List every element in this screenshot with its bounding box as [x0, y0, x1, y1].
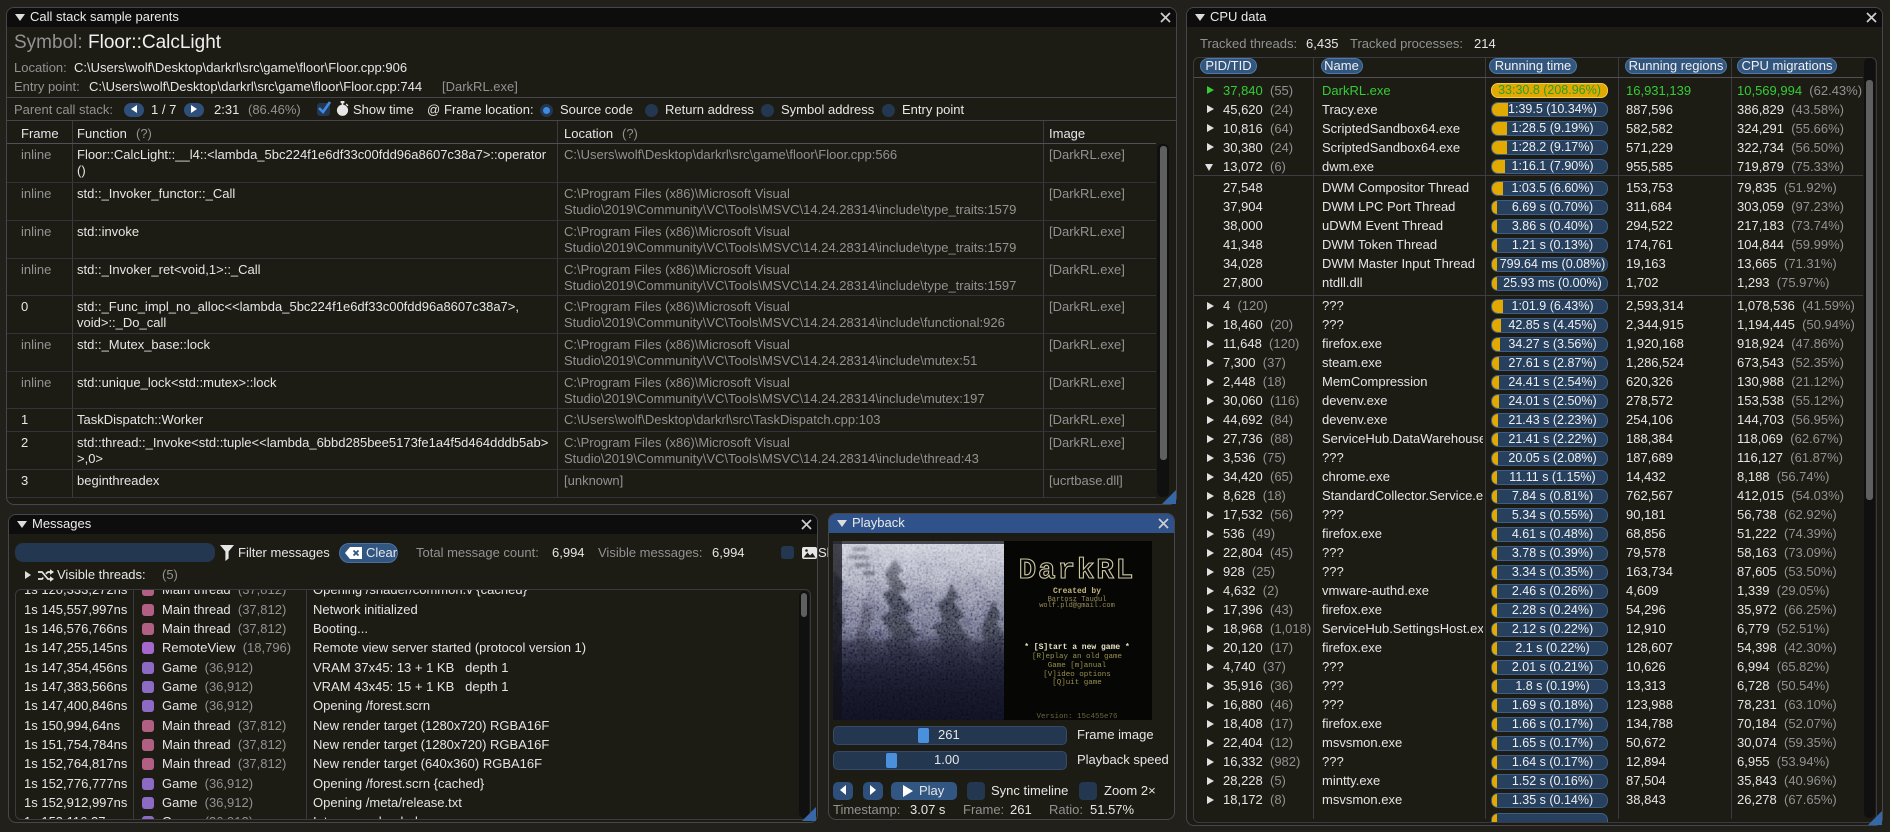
svg-text:[R]eplay an old game: [R]eplay an old game — [1032, 653, 1122, 661]
svg-text:DarkRL: DarkRL — [1019, 554, 1135, 587]
svg-text:[Q]uit game: [Q]uit game — [1052, 679, 1102, 687]
svg-text:Created by: Created by — [1053, 587, 1101, 596]
svg-text:Version: 15c455e76: Version: 15c455e76 — [1036, 713, 1118, 720]
svg-text:[V]ideo options: [V]ideo options — [1043, 671, 1111, 679]
svg-text:Game [m]anual: Game [m]anual — [1048, 662, 1107, 670]
svg-text:* [S]tart a new game *: * [S]tart a new game * — [1024, 643, 1130, 652]
svg-text:wolf.pld@gmail.com: wolf.pld@gmail.com — [1039, 602, 1115, 610]
